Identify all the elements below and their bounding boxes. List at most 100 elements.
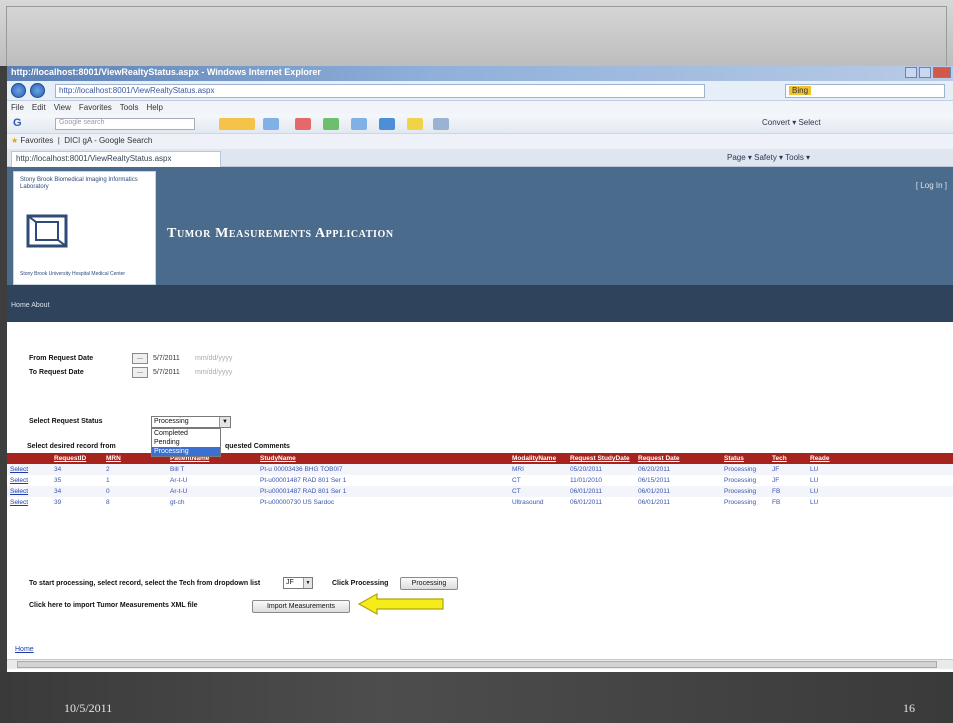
from-date-input[interactable]: 5/7/2011: [153, 355, 180, 362]
to-date-hint: mm/dd/yyyy: [195, 369, 233, 376]
close-button[interactable]: [933, 67, 951, 78]
processing-button[interactable]: Processing: [400, 577, 458, 590]
select-link[interactable]: Select: [7, 497, 51, 508]
cell-requestid: 34: [51, 486, 103, 497]
from-date-label: From Request Date: [29, 355, 94, 362]
header-request-date[interactable]: Request Date: [635, 453, 721, 464]
menu-bar: File Edit View Favorites Tools Help: [7, 101, 953, 114]
cell-mrn: 1: [106, 477, 110, 484]
cell-reader: LU: [810, 499, 819, 506]
status-option-processing[interactable]: Processing: [152, 447, 220, 456]
menu-edit[interactable]: Edit: [32, 103, 46, 112]
home-link[interactable]: Home: [15, 646, 34, 653]
menu-favorites[interactable]: Favorites: [79, 103, 112, 112]
cell-studydate: 05/20/2011: [567, 464, 635, 475]
toolbar-icon-2[interactable]: [295, 118, 311, 130]
google-search-input[interactable]: Google search: [55, 118, 195, 130]
bing-label: Bing: [789, 86, 812, 95]
tech-select[interactable]: JF ▼: [283, 577, 313, 589]
cell-studyname: Pt-u00000730 US Sardoc: [260, 499, 335, 506]
nav-bar: Home About: [7, 285, 953, 322]
header-status[interactable]: Status: [721, 453, 769, 464]
cell-modality: MRI: [509, 464, 567, 475]
cell-mrn: 8: [106, 499, 110, 506]
select-link[interactable]: Select: [7, 486, 51, 497]
menu-view[interactable]: View: [54, 103, 71, 112]
star-icon[interactable]: ★: [11, 136, 18, 145]
import-measurements-button[interactable]: Import Measurements: [252, 600, 350, 613]
status-option-pending[interactable]: Pending: [152, 438, 220, 447]
from-date-calendar-button[interactable]: ...: [132, 353, 148, 364]
login-link[interactable]: [ Log In ]: [916, 181, 947, 190]
to-date-calendar-button[interactable]: ...: [132, 367, 148, 378]
cell-status: Processing: [724, 477, 757, 484]
search-field[interactable]: Bing: [785, 84, 945, 98]
table-header-row: RequestID MRN PatientName StudyName Moda…: [7, 453, 953, 464]
url-field[interactable]: http://localhost:8001/ViewRealtyStatus.a…: [55, 84, 705, 98]
lab-logo: Stony Brook Biomedical Imaging Informati…: [13, 171, 156, 285]
toolbar-icon-4[interactable]: [351, 118, 367, 130]
toolbar-icon-6[interactable]: [407, 118, 423, 130]
cell-tech: JF: [769, 464, 807, 475]
toolbar-icon-3[interactable]: [323, 118, 339, 130]
scrollbar-thumb[interactable]: [17, 661, 937, 668]
to-date-input[interactable]: 5/7/2011: [153, 369, 180, 376]
chevron-down-icon[interactable]: ▼: [219, 417, 230, 427]
menu-help[interactable]: Help: [146, 103, 162, 112]
minimize-button[interactable]: [905, 67, 917, 78]
header-modalityname[interactable]: ModalityName: [509, 453, 567, 464]
forward-icon[interactable]: [30, 83, 45, 98]
favorites-label[interactable]: Favorites: [20, 136, 53, 145]
table-row[interactable]: Select 39 8 gt-ch Pt-u00000730 US Sardoc…: [7, 497, 953, 508]
tab-bar: http://localhost:8001/ViewRealtyStatus.a…: [7, 149, 953, 167]
select-link[interactable]: Select: [7, 475, 51, 486]
status-select[interactable]: Processing ▼: [151, 416, 231, 428]
chevron-down-icon[interactable]: ▼: [303, 578, 312, 588]
header-requestid[interactable]: RequestID: [51, 453, 103, 464]
cell-studydate: 11/01/2010: [570, 477, 603, 484]
instruction-text-tail: quested Comments: [225, 443, 290, 450]
cell-mrn: 0: [103, 486, 167, 497]
slide-footer: [0, 672, 953, 723]
cell-requestid: 34: [51, 464, 103, 475]
header-studyname[interactable]: StudyName: [257, 453, 509, 464]
cell-status: Processing: [721, 464, 769, 475]
status-label: Select Request Status: [29, 418, 103, 425]
header-request-studydate[interactable]: Request StudyDate: [567, 453, 635, 464]
table-row[interactable]: Select 34 0 Ar-t-U Pt-u00001487 RAD 801 …: [7, 486, 953, 497]
select-link[interactable]: Select: [7, 464, 51, 475]
toolbar-icon-1[interactable]: [263, 118, 279, 130]
main-content: From Request Date ... 5/7/2011 mm/dd/yyy…: [7, 322, 953, 672]
toolbar-icon-5[interactable]: [379, 118, 395, 130]
menu-tools[interactable]: Tools: [120, 103, 139, 112]
header-tech[interactable]: Tech: [769, 453, 807, 464]
cell-requestdate: 06/01/2011: [635, 486, 721, 497]
maximize-button[interactable]: [919, 67, 931, 78]
google-icon[interactable]: G: [13, 117, 22, 129]
table-row[interactable]: Select 35 1 Ar-t-U Pt-u00001487 RAD 801 …: [7, 475, 953, 486]
cell-tech: JF: [772, 477, 780, 484]
back-icon[interactable]: [11, 83, 26, 98]
horizontal-scrollbar[interactable]: [7, 659, 953, 669]
logo-text-top: Stony Brook Biomedical Imaging Informati…: [20, 177, 138, 190]
cell-reader: LU: [810, 477, 819, 484]
toolbar-right-set[interactable]: Convert ▾ Select: [762, 118, 821, 127]
command-bar[interactable]: Page ▾ Safety ▾ Tools ▾: [727, 153, 810, 162]
cell-studydate: 06/01/2011: [570, 499, 603, 506]
menu-file[interactable]: File: [11, 103, 24, 112]
favorites-item[interactable]: DICI gA - Google Search: [64, 136, 152, 145]
cell-studyname: Pt-u 00003436 BHG TOB0I7: [257, 464, 509, 475]
google-toolbar: G Google search Convert ▾ Select: [7, 114, 953, 134]
instruction-text: Select desired record from: [27, 443, 116, 450]
to-date-label: To Request Date: [29, 369, 84, 376]
header-reader[interactable]: Reade: [807, 453, 953, 464]
callout-arrow-icon: [357, 592, 444, 616]
nav-menu[interactable]: Home About: [11, 302, 50, 309]
table-row[interactable]: Select 34 2 Bill T Pt-u 00003436 BHG TOB…: [7, 464, 953, 475]
toolbar-icon-7[interactable]: [433, 118, 449, 130]
browser-tab[interactable]: http://localhost:8001/ViewRealtyStatus.a…: [11, 151, 221, 167]
toolbar-search-button[interactable]: [219, 118, 255, 130]
cell-modality: CT: [509, 486, 567, 497]
status-dropdown-list: Completed Pending Processing: [151, 428, 221, 457]
status-option-completed[interactable]: Completed: [152, 429, 220, 438]
